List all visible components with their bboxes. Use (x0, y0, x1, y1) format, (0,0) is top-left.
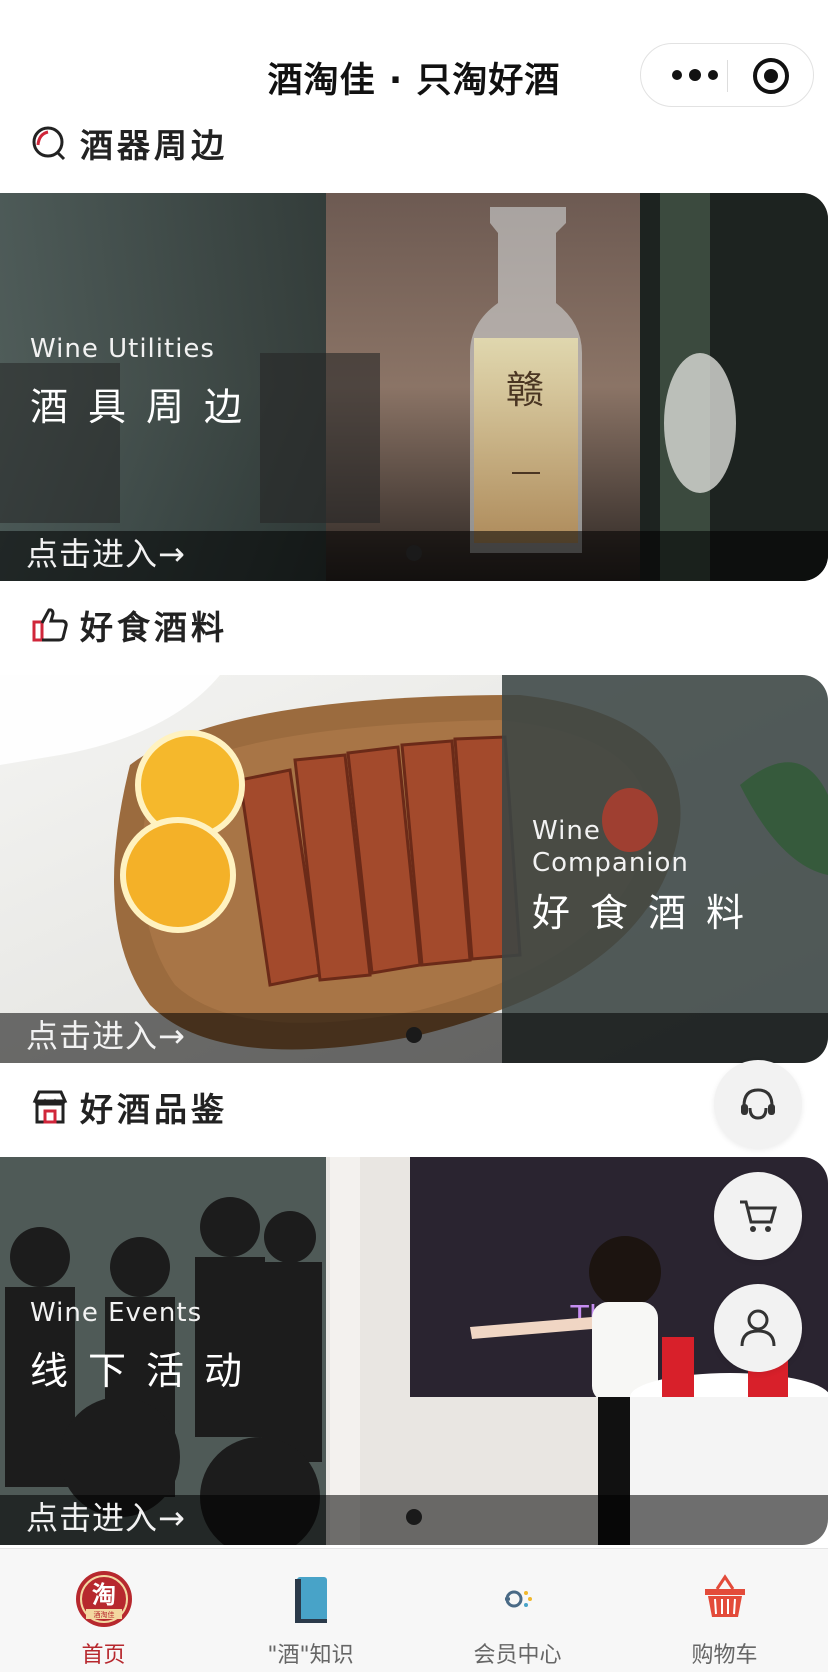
more-icon[interactable] (665, 58, 725, 92)
logo-subtext: 酒淘佳 (93, 1610, 114, 1619)
tab-home[interactable]: 淘 酒淘佳 首页 (0, 1549, 207, 1672)
search-icon (32, 126, 66, 161)
section-title: 好食酒料 (80, 608, 228, 647)
tab-cart[interactable]: 购物车 (621, 1549, 828, 1672)
user-button[interactable] (714, 1284, 802, 1372)
capsule-divider (727, 60, 728, 92)
navigation-bar: 酒淘佳 · 只淘好酒 (0, 0, 828, 118)
tab-knowledge[interactable]: "酒"知识 (207, 1549, 414, 1672)
customer-service-button[interactable] (714, 1060, 802, 1148)
banner-chinese-title: 酒具周边 (30, 385, 263, 429)
book-icon (294, 1577, 327, 1623)
banner-chinese-title: 线下活动 (30, 1349, 263, 1393)
svg-text:赣: 赣 (506, 368, 544, 412)
carousel-dot (406, 1509, 422, 1525)
section-title: 酒器周边 (80, 126, 228, 165)
banner-wine-companion[interactable]: Wine Companion 好食酒料 点击进入→ (0, 675, 828, 1063)
thumbs-up-icon (32, 608, 68, 642)
banner-enter-link[interactable]: 点击进入→ (26, 1493, 186, 1539)
banner-english-title: Wine Events (30, 1298, 203, 1328)
banner-english-title: Wine Companion (532, 816, 689, 878)
section-title: 好酒品鉴 (80, 1090, 228, 1129)
tab-member[interactable]: 会员中心 (414, 1549, 621, 1672)
basket-icon (704, 1574, 745, 1617)
tab-label: 购物车 (691, 1643, 758, 1668)
mini-program-capsule (640, 43, 814, 107)
home-logo-icon: 淘 酒淘佳 (75, 1571, 132, 1627)
banner-chinese-title: 好食酒料 (532, 891, 765, 935)
tab-bar: 淘 酒淘佳 首页 "酒"知识 会员中心 购物车 (0, 1548, 828, 1672)
cart-button[interactable] (714, 1172, 802, 1260)
tab-label: "酒"知识 (267, 1643, 354, 1668)
carousel-dot (406, 1027, 422, 1043)
customer-service-icon (741, 1088, 775, 1120)
section-header-food: 好食酒料 (30, 600, 228, 650)
banner-wine-events[interactable]: Th ! Wine Events 线下活动 点击进入→ (0, 1157, 828, 1545)
banner-enter-link[interactable]: 点击进入→ (26, 1011, 186, 1057)
logo-text: 淘 (92, 1581, 116, 1609)
user-icon (740, 1309, 776, 1347)
close-target-icon[interactable] (749, 54, 793, 98)
tab-label: 首页 (81, 1643, 126, 1668)
section-header-tasting: 好酒品鉴 (30, 1082, 228, 1132)
tab-label: 会员中心 (473, 1643, 562, 1668)
shop-icon (32, 1090, 68, 1124)
banner-wine-utilities[interactable]: 赣 Wine Utilities 酒具周边 点击进入→ (0, 193, 828, 581)
section-header-utilities: 酒器周边 (30, 118, 228, 168)
banner-english-title: Wine Utilities (30, 334, 215, 364)
carousel-dot (406, 545, 422, 561)
member-icon (504, 1590, 532, 1608)
banner-enter-link[interactable]: 点击进入→ (26, 529, 186, 575)
cart-icon (740, 1200, 777, 1232)
